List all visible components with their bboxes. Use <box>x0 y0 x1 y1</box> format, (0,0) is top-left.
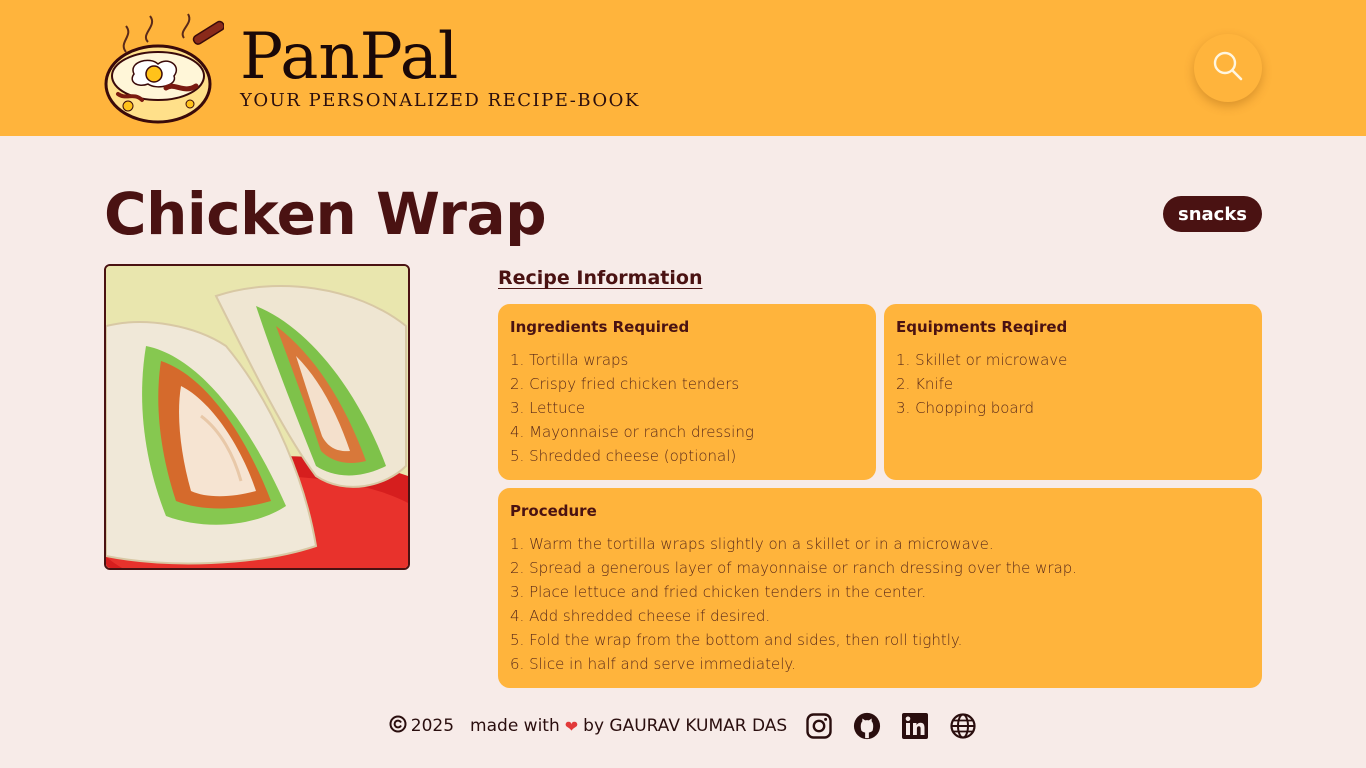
recipe-image <box>104 264 410 570</box>
instagram-icon[interactable] <box>805 712 833 740</box>
made-with-text: made with <box>470 716 560 736</box>
list-item: 4. Mayonnaise or ranch dressing <box>510 423 754 441</box>
author-credit: by GAURAV KUMAR DAS <box>583 716 788 736</box>
github-icon[interactable] <box>853 712 881 740</box>
heart-icon: ❤ <box>564 716 579 736</box>
list-item: 3. Chopping board <box>896 399 1035 417</box>
made-with-credit: made with ❤ by GAURAV KUMAR DAS <box>470 716 787 736</box>
site-header: PanPal YOUR PERSONALIZED RECIPE-BOOK <box>0 0 1366 136</box>
list-item: 2. Spread a generous layer of mayonnaise… <box>510 559 1078 577</box>
search-icon <box>1211 49 1245 87</box>
procedure-title: Procedure <box>510 502 597 520</box>
ingredients-title: Ingredients Required <box>510 318 690 336</box>
ingredients-card: Ingredients Required 1. Tortilla wraps 2… <box>498 304 876 480</box>
panpal-logo[interactable] <box>104 12 225 124</box>
list-item: 1. Warm the tortilla wraps slightly on a… <box>510 535 994 553</box>
search-button[interactable] <box>1194 34 1262 102</box>
equipment-list: 1. Skillet or microwave 2. Knife 3. Chop… <box>896 348 1250 420</box>
copyright-year: 2025 <box>410 716 455 736</box>
list-item: 3. Place lettuce and fried chicken tende… <box>510 583 927 601</box>
list-item: 6. Slice in half and serve immediately. <box>510 655 796 673</box>
brand-tagline: YOUR PERSONALIZED RECIPE-BOOK <box>240 90 640 111</box>
recipe-title: Chicken Wrap <box>104 180 547 248</box>
procedure-card: Procedure 1. Warm the tortilla wraps sli… <box>498 488 1262 688</box>
recipe-information-heading: Recipe Information <box>498 267 703 289</box>
copyright: 2025 <box>389 715 454 738</box>
site-footer: 2025 made with ❤ by GAURAV KUMAR DAS <box>0 706 1366 746</box>
equipment-title: Equipments Reqired <box>896 318 1068 336</box>
globe-icon[interactable] <box>949 712 977 740</box>
list-item: 4. Add shredded cheese if desired. <box>510 607 771 625</box>
list-item: 5. Fold the wrap from the bottom and sid… <box>510 631 963 649</box>
procedure-list: 1. Warm the tortilla wraps slightly on a… <box>510 532 1250 676</box>
list-item: 1. Skillet or microwave <box>896 351 1068 369</box>
list-item: 5. Shredded cheese (optional) <box>510 447 737 465</box>
category-badge[interactable]: snacks <box>1163 196 1262 232</box>
list-item: 2. Crispy fried chicken tenders <box>510 375 740 393</box>
ingredients-list: 1. Tortilla wraps 2. Crispy fried chicke… <box>510 348 864 468</box>
list-item: 2. Knife <box>896 375 954 393</box>
social-links <box>805 712 977 740</box>
list-item: 1. Tortilla wraps <box>510 351 629 369</box>
equipment-card: Equipments Reqired 1. Skillet or microwa… <box>884 304 1262 480</box>
linkedin-icon[interactable] <box>901 712 929 740</box>
list-item: 3. Lettuce <box>510 399 586 417</box>
copyright-icon <box>389 715 407 738</box>
brand-name[interactable]: PanPal <box>240 22 458 92</box>
